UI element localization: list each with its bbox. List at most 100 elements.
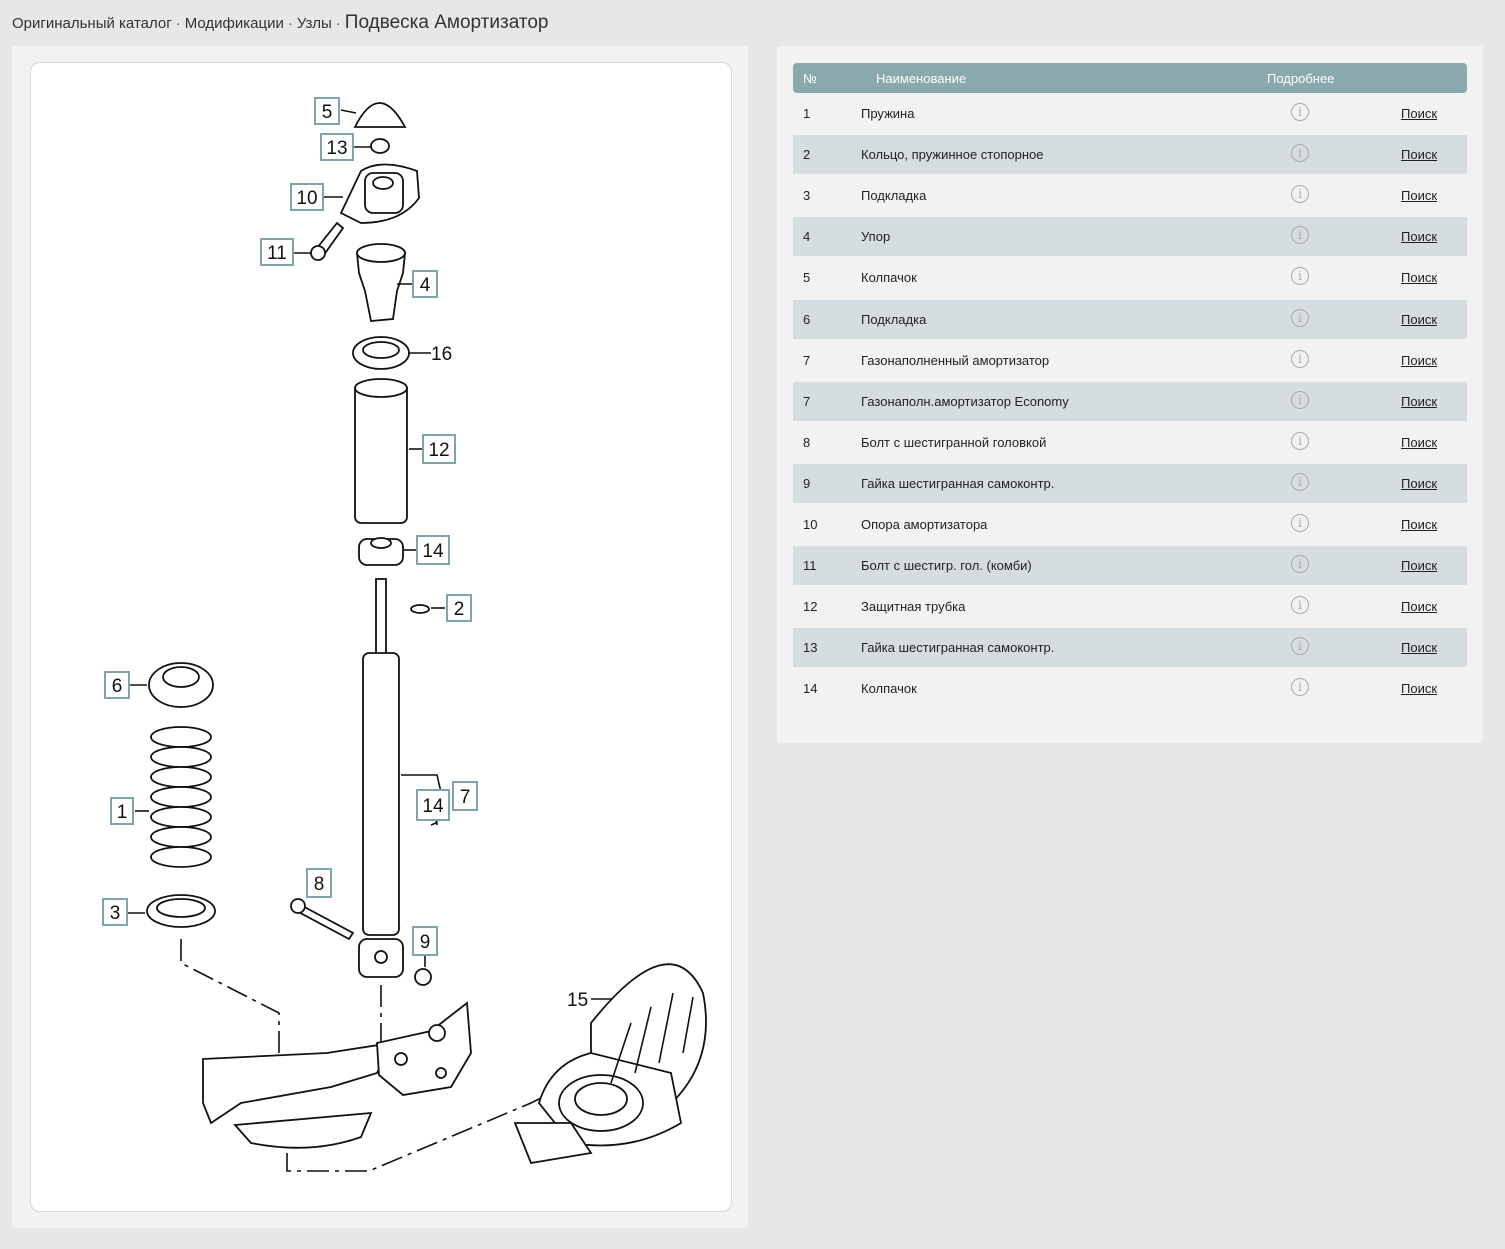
svg-text:11: 11 bbox=[267, 243, 287, 264]
breadcrumb-item-catalog[interactable]: Оригинальный каталог bbox=[12, 15, 172, 32]
column-header-number: № bbox=[803, 71, 817, 86]
svg-text:1: 1 bbox=[117, 802, 128, 823]
search-link[interactable]: Поиск bbox=[1401, 435, 1437, 450]
callout-9[interactable]: 9 bbox=[412, 926, 438, 956]
info-circle-icon[interactable]: i bbox=[1291, 637, 1309, 655]
callout-4[interactable]: 4 bbox=[412, 270, 438, 298]
search-link[interactable]: Поиск bbox=[1401, 640, 1437, 655]
part-nut-13 bbox=[370, 138, 390, 154]
row-part-name: Защитная трубка bbox=[861, 599, 966, 614]
info-circle-icon[interactable]: i bbox=[1291, 350, 1309, 368]
parts-diagram-drawing: 5 13 10 11 4 16 12 14 2 6 1 7 14 8 9 3 1… bbox=[102, 97, 707, 1172]
svg-text:3: 3 bbox=[110, 903, 121, 924]
row-part-name: Упор bbox=[861, 229, 891, 244]
search-link[interactable]: Поиск bbox=[1401, 681, 1437, 696]
callout-16[interactable]: 16 bbox=[431, 344, 452, 365]
table-row: 10 Опора амортизатора i Поиск bbox=[793, 505, 1467, 544]
breadcrumb: Оригинальный каталог · Модификации · Узлы · По… bbox=[12, 12, 548, 34]
column-header-details: Подробнее bbox=[1267, 71, 1335, 86]
search-link[interactable]: Поиск bbox=[1401, 517, 1437, 532]
part-circlip-2 bbox=[410, 604, 430, 614]
info-circle-icon[interactable]: i bbox=[1291, 103, 1309, 121]
search-link[interactable]: Поиск bbox=[1401, 353, 1437, 368]
svg-text:2: 2 bbox=[454, 599, 465, 620]
search-link[interactable]: Поиск bbox=[1401, 476, 1437, 491]
breadcrumb-separator: · bbox=[175, 15, 181, 32]
part-shock-body-7 bbox=[362, 652, 400, 936]
row-part-name: Газонаполненный амортизатор bbox=[861, 353, 1050, 368]
callout-7[interactable]: 7 bbox=[452, 781, 478, 811]
row-number: 3 bbox=[803, 188, 811, 203]
row-part-name: Кольцо, пружинное стопорное bbox=[861, 147, 1044, 162]
svg-text:12: 12 bbox=[428, 440, 449, 461]
info-circle-icon[interactable]: i bbox=[1291, 309, 1309, 327]
table-row: 7 Газонаполненный амортизатор i Поиск bbox=[793, 341, 1467, 380]
row-number: 6 bbox=[803, 312, 811, 327]
search-link[interactable]: Поиск bbox=[1401, 599, 1437, 614]
info-circle-icon[interactable]: i bbox=[1291, 144, 1309, 162]
row-number: 7 bbox=[803, 353, 811, 368]
row-number: 5 bbox=[803, 270, 811, 285]
info-circle-icon[interactable]: i bbox=[1291, 267, 1309, 285]
info-circle-icon[interactable]: i bbox=[1291, 555, 1309, 573]
callout-14-cap[interactable]: 14 bbox=[416, 535, 450, 565]
table-row: 5 Колпачок i Поиск bbox=[793, 258, 1467, 297]
svg-text:14: 14 bbox=[422, 796, 444, 817]
callout-2[interactable]: 2 bbox=[446, 594, 472, 622]
svg-text:7: 7 bbox=[460, 787, 471, 808]
svg-text:4: 4 bbox=[420, 275, 431, 296]
table-row: 9 Гайка шестигранная самоконтр. i Поиск bbox=[793, 464, 1467, 503]
table-header: № Наименование Подробнее bbox=[793, 63, 1467, 93]
info-circle-icon[interactable]: i bbox=[1291, 432, 1309, 450]
info-circle-icon[interactable]: i bbox=[1291, 391, 1309, 409]
table-row: 8 Болт с шестигранной головкой i Поиск bbox=[793, 423, 1467, 462]
callout-8[interactable]: 8 bbox=[306, 868, 332, 898]
row-part-name: Гайка шестигранная самоконтр. bbox=[861, 640, 1055, 655]
part-shock-rod-7 bbox=[375, 578, 387, 656]
search-link[interactable]: Поиск bbox=[1401, 270, 1437, 285]
info-circle-icon[interactable]: i bbox=[1291, 678, 1309, 696]
callout-12[interactable]: 12 bbox=[422, 434, 456, 464]
info-circle-icon[interactable]: i bbox=[1291, 185, 1309, 203]
search-link[interactable]: Поиск bbox=[1401, 188, 1437, 203]
callout-15[interactable]: 15 bbox=[567, 990, 588, 1011]
table-row: 2 Кольцо, пружинное стопорное i Поиск bbox=[793, 135, 1467, 174]
row-number: 8 bbox=[803, 435, 811, 450]
search-link[interactable]: Поиск bbox=[1401, 394, 1437, 409]
callout-5[interactable]: 5 bbox=[314, 97, 340, 125]
part-cap-5 bbox=[353, 102, 407, 128]
row-number: 11 bbox=[803, 558, 817, 573]
search-link[interactable]: Поиск bbox=[1401, 147, 1437, 162]
row-part-name: Опора амортизатора bbox=[861, 517, 988, 532]
row-part-name: Подкладка bbox=[861, 312, 927, 327]
diagram-panel: 5 13 10 11 4 16 12 14 2 6 1 7 14 8 9 3 1… bbox=[12, 46, 748, 1228]
search-link[interactable]: Поиск bbox=[1401, 312, 1437, 327]
info-circle-icon[interactable]: i bbox=[1291, 226, 1309, 244]
search-link[interactable]: Поиск bbox=[1401, 106, 1437, 121]
table-row: 13 Гайка шестигранная самоконтр. i Поиск bbox=[793, 628, 1467, 667]
row-number: 4 bbox=[803, 229, 811, 244]
callout-1[interactable]: 1 bbox=[110, 797, 134, 825]
callout-10[interactable]: 10 bbox=[290, 183, 324, 211]
row-number: 7 bbox=[803, 394, 811, 409]
page-title: Подвеска Амортизатор bbox=[344, 12, 549, 33]
info-circle-icon[interactable]: i bbox=[1291, 514, 1309, 532]
part-nut-9 bbox=[414, 968, 432, 986]
callout-6[interactable]: 6 bbox=[104, 671, 130, 699]
callout-3[interactable]: 3 bbox=[102, 898, 128, 926]
breadcrumb-item-nodes[interactable]: Узлы bbox=[297, 15, 332, 32]
callout-13[interactable]: 13 bbox=[320, 133, 354, 161]
svg-text:8: 8 bbox=[314, 874, 325, 895]
callout-11[interactable]: 11 bbox=[260, 238, 294, 266]
info-circle-icon[interactable]: i bbox=[1291, 473, 1309, 491]
svg-text:6: 6 bbox=[112, 676, 123, 697]
info-circle-icon[interactable]: i bbox=[1291, 596, 1309, 614]
row-number: 9 bbox=[803, 476, 811, 491]
search-link[interactable]: Поиск bbox=[1401, 229, 1437, 244]
row-part-name: Подкладка bbox=[861, 188, 927, 203]
breadcrumb-item-modifications[interactable]: Модификации bbox=[185, 15, 284, 32]
callout-14-economy[interactable]: 14 bbox=[416, 789, 450, 821]
breadcrumb-separator: · bbox=[287, 15, 293, 32]
parts-diagram: 5 13 10 11 4 16 12 14 2 6 1 7 14 8 9 3 1… bbox=[30, 62, 732, 1212]
search-link[interactable]: Поиск bbox=[1401, 558, 1437, 573]
